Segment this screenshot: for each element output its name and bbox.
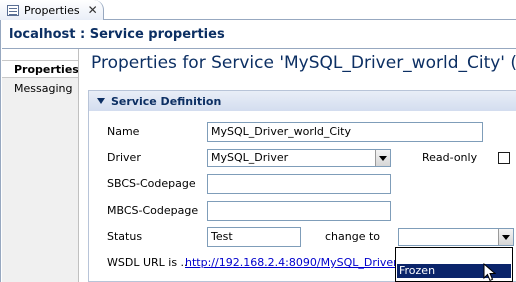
category-sidebar: Properties Messaging: [2, 60, 79, 282]
driver-select[interactable]: MySQL_Driver: [207, 149, 391, 167]
sbcs-codepage-field[interactable]: [207, 174, 391, 194]
properties-view-icon: [7, 4, 19, 16]
section-title: Service Definition: [111, 94, 222, 108]
mbcs-codepage-label: MBCS-Codepage: [107, 204, 199, 217]
mbcs-codepage-field[interactable]: [207, 201, 391, 221]
section-header[interactable]: Service Definition: [89, 91, 516, 111]
change-to-label: change to: [325, 230, 381, 243]
read-only-label: Read-only: [422, 151, 478, 164]
driver-select-value: MySQL_Driver: [211, 151, 289, 164]
view-tab-bar: Properties ✕: [0, 0, 516, 20]
driver-label: Driver: [107, 151, 141, 164]
wsdl-url-label: WSDL URL is ..: [107, 256, 188, 269]
name-field[interactable]: MySQL_Driver_world_City: [207, 122, 483, 142]
chevron-down-icon[interactable]: [375, 150, 390, 166]
status-label: Status: [107, 230, 143, 243]
chevron-down-icon[interactable]: [498, 229, 513, 245]
change-to-select[interactable]: [398, 228, 514, 246]
properties-view-tab-label: Properties: [24, 3, 80, 17]
close-icon[interactable]: ✕: [88, 4, 98, 16]
chevron-down-icon[interactable]: [97, 98, 105, 104]
editor-frame: localhost : Service properties Propertie…: [0, 20, 516, 282]
read-only-checkbox[interactable]: [498, 152, 510, 164]
sidebar-item-properties[interactable]: Properties: [2, 60, 79, 78]
page-title: Properties for Service 'MySQL_Driver_wor…: [91, 53, 516, 73]
name-label: Name: [107, 125, 140, 138]
wsdl-url-link[interactable]: http://192.168.2.4:8090/MySQL_Driver_wor…: [185, 256, 395, 269]
mouse-pointer-icon: [483, 263, 497, 282]
sidebar-item-messaging[interactable]: Messaging: [2, 79, 78, 97]
properties-view-tab[interactable]: Properties ✕: [0, 0, 104, 20]
status-field[interactable]: Test: [207, 227, 301, 247]
breadcrumb: localhost : Service properties: [9, 27, 225, 42]
sbcs-codepage-label: SBCS-Codepage: [107, 177, 196, 190]
